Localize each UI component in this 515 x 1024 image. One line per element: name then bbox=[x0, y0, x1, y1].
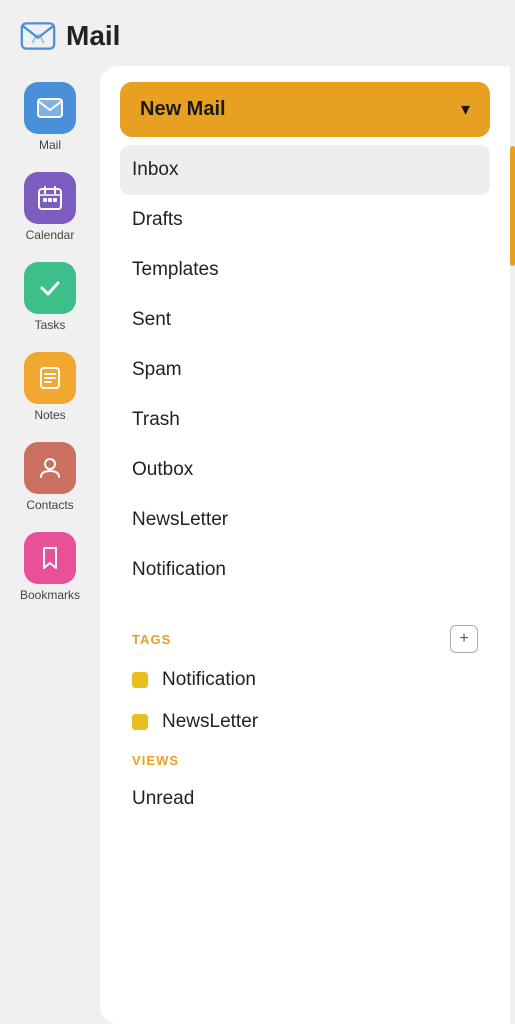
notes-icon bbox=[24, 352, 76, 404]
mail-icon bbox=[24, 82, 76, 134]
sidebar-item-contacts[interactable]: Contacts bbox=[5, 434, 95, 520]
sidebar-item-notes[interactable]: Notes bbox=[5, 344, 95, 430]
folder-item-templates[interactable]: Templates bbox=[120, 245, 490, 295]
folder-item-outbox[interactable]: Outbox bbox=[120, 445, 490, 495]
sidebar-label-notes: Notes bbox=[34, 408, 65, 422]
folder-item-inbox[interactable]: Inbox bbox=[120, 145, 490, 195]
tag-dot-notification bbox=[132, 672, 148, 688]
new-mail-button[interactable]: New Mail ▾ bbox=[120, 82, 490, 137]
tags-title: TAGS bbox=[132, 632, 171, 647]
sidebar-label-tasks: Tasks bbox=[35, 318, 66, 332]
sidebar: Mail Calendar Tasks Notes Contacts bbox=[0, 66, 100, 1024]
app-header: Mail bbox=[0, 0, 515, 66]
content-area: New Mail ▾ Inbox Drafts Templates Sent S… bbox=[100, 66, 510, 1024]
folder-item-sent[interactable]: Sent bbox=[120, 295, 490, 345]
views-section-header: VIEWS bbox=[120, 743, 490, 774]
sidebar-item-tasks[interactable]: Tasks bbox=[5, 254, 95, 340]
tag-dot-newsletter bbox=[132, 714, 148, 730]
tag-item-notification[interactable]: Notification bbox=[120, 659, 490, 701]
right-scrollbar bbox=[510, 66, 515, 1024]
sidebar-label-calendar: Calendar bbox=[26, 228, 75, 242]
tag-item-newsletter[interactable]: NewsLetter bbox=[120, 701, 490, 743]
app-title: Mail bbox=[66, 20, 120, 52]
sidebar-item-mail[interactable]: Mail bbox=[5, 74, 95, 160]
folder-item-drafts[interactable]: Drafts bbox=[120, 195, 490, 245]
folder-item-notification[interactable]: Notification bbox=[120, 545, 490, 595]
sidebar-item-calendar[interactable]: Calendar bbox=[5, 164, 95, 250]
sidebar-label-contacts: Contacts bbox=[26, 498, 73, 512]
bookmarks-icon bbox=[24, 532, 76, 584]
main-layout: Mail Calendar Tasks Notes Contacts bbox=[0, 66, 515, 1024]
sidebar-label-bookmarks: Bookmarks bbox=[20, 588, 80, 602]
new-mail-chevron-icon: ▾ bbox=[461, 99, 470, 120]
view-item-unread[interactable]: Unread bbox=[120, 774, 490, 824]
calendar-icon bbox=[24, 172, 76, 224]
folder-item-spam[interactable]: Spam bbox=[120, 345, 490, 395]
scrollbar-thumb[interactable] bbox=[510, 146, 515, 266]
folder-list: Inbox Drafts Templates Sent Spam Trash O… bbox=[120, 145, 490, 595]
contacts-icon bbox=[24, 442, 76, 494]
folder-item-trash[interactable]: Trash bbox=[120, 395, 490, 445]
mail-app-header-icon bbox=[20, 18, 56, 54]
folder-item-newsletter[interactable]: NewsLetter bbox=[120, 495, 490, 545]
views-title: VIEWS bbox=[132, 753, 179, 768]
sidebar-label-mail: Mail bbox=[39, 138, 61, 152]
new-mail-label: New Mail bbox=[140, 98, 226, 121]
sidebar-item-bookmarks[interactable]: Bookmarks bbox=[5, 524, 95, 610]
tasks-icon bbox=[24, 262, 76, 314]
tags-section-header: TAGS + bbox=[120, 615, 490, 659]
tags-add-button[interactable]: + bbox=[450, 625, 478, 653]
views-list: Unread bbox=[120, 774, 490, 824]
